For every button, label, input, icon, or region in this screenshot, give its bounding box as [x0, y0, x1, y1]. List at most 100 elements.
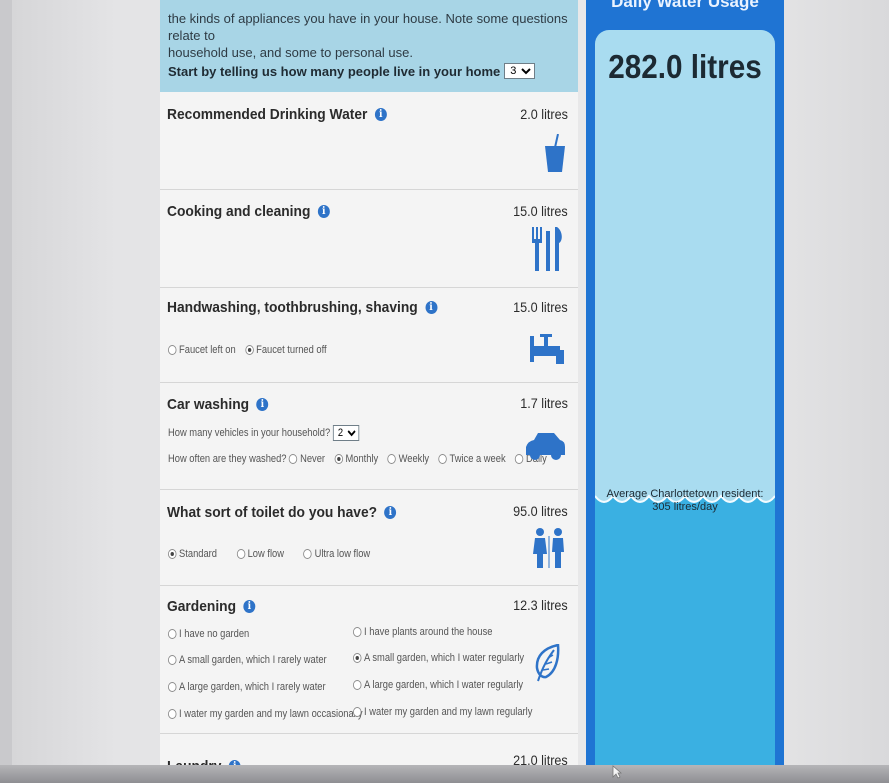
radio-lawn-regularly[interactable]: I water my garden and my lawn regularly: [353, 706, 532, 718]
daily-usage-value: 282.0 litres: [608, 48, 762, 85]
radio-button[interactable]: [168, 549, 177, 559]
radio-label: Ultra low flow: [314, 548, 371, 560]
radio-label: A large garden, which I water regularly: [364, 679, 524, 691]
radio-button[interactable]: [245, 345, 254, 355]
radio-faucet-left-on[interactable]: Faucet left on: [168, 344, 236, 356]
radio-button[interactable]: [168, 629, 177, 639]
section-title: Handwashing, toothbrushing, shaving i: [167, 299, 438, 316]
radio-button[interactable]: [353, 627, 362, 637]
radio-label: Low flow: [247, 548, 284, 560]
radio-never[interactable]: Never: [289, 453, 325, 465]
radio-button[interactable]: [168, 709, 177, 719]
radio-label: Twice a week: [449, 453, 506, 465]
radio-lawn-occasionally[interactable]: I water my garden and my lawn occasional…: [168, 708, 363, 720]
info-icon[interactable]: i: [384, 506, 397, 519]
bottom-shadow: [0, 765, 889, 783]
radio-button[interactable]: [438, 454, 447, 464]
radio-button[interactable]: [353, 707, 362, 717]
gardening-amount: 12.3 litres: [513, 597, 568, 613]
intro-panel: the kinds of appliances you have in your…: [160, 0, 578, 92]
faucet-icon: [530, 334, 564, 364]
leaf-icon: [535, 644, 560, 682]
radio-twice-a-week[interactable]: Twice a week: [438, 453, 506, 465]
radio-button[interactable]: [168, 682, 177, 692]
radio-button[interactable]: [334, 454, 343, 464]
section-toilet: What sort of toilet do you have? i 95.0 …: [160, 490, 578, 586]
radio-button[interactable]: [353, 653, 362, 663]
radio-no-garden[interactable]: I have no garden: [168, 628, 249, 640]
radio-label: I have plants around the house: [364, 626, 493, 638]
radio-button[interactable]: [387, 454, 397, 464]
radio-ultra-low-flow[interactable]: Ultra low flow: [303, 548, 371, 560]
radio-large-rarely[interactable]: A large garden, which I rarely water: [168, 681, 326, 693]
info-icon[interactable]: i: [317, 205, 330, 218]
toilet-amount: 95.0 litres: [513, 503, 568, 519]
radio-label: A small garden, which I rarely water: [179, 654, 327, 666]
section-title: Cooking and cleaning i: [167, 203, 330, 220]
radio-monthly[interactable]: Monthly: [334, 453, 378, 465]
intro-text-line2: household use, and some to personal use.: [168, 45, 414, 60]
section-cooking: Cooking and cleaning i 15.0 litres: [160, 190, 578, 288]
radio-large-regularly[interactable]: A large garden, which I water regularly: [353, 679, 523, 691]
section-title-text: Car washing: [167, 396, 250, 413]
radio-label: A small garden, which I water regularly: [364, 652, 525, 664]
radio-faucet-turned-off[interactable]: Faucet turned off: [245, 344, 327, 356]
people-row: Start by telling us how many people live…: [168, 63, 570, 79]
radio-standard[interactable]: Standard: [168, 548, 217, 560]
average-label-line1: Average Charlottetown resident:: [606, 488, 764, 500]
drinking-amount: 2.0 litres: [520, 106, 568, 122]
radio-label: Weekly: [398, 453, 430, 465]
section-title-text: What sort of toilet do you have?: [167, 504, 378, 521]
radio-button[interactable]: [514, 454, 524, 464]
average-label-line2: 305 litres/day: [652, 501, 718, 513]
radio-button[interactable]: [353, 680, 362, 690]
utensils-icon: [532, 227, 562, 271]
usage-meter: 282.0 litres: [595, 30, 775, 488]
faucet-options: Faucet left on Faucet turned off: [168, 344, 333, 356]
info-icon[interactable]: i: [243, 600, 256, 613]
radio-button[interactable]: [168, 655, 177, 665]
wash-frequency-row: How often are they washed? Never Monthly…: [168, 453, 554, 465]
section-handwashing: Handwashing, toothbrushing, shaving i 15…: [160, 288, 578, 383]
radio-weekly[interactable]: Weekly: [387, 453, 430, 465]
mouse-cursor-icon: [612, 765, 622, 779]
radio-low-flow[interactable]: Low flow: [236, 548, 284, 560]
car-icon: [526, 433, 565, 460]
info-icon[interactable]: i: [425, 301, 438, 314]
vehicles-count-select[interactable]: 2: [332, 425, 360, 441]
radio-button[interactable]: [289, 454, 298, 464]
average-resident-label: Average Charlottetown resident: 305 litr…: [586, 488, 784, 514]
radio-label: Monthly: [345, 453, 379, 465]
section-car-washing: Car washing i 1.7 litres How many vehicl…: [160, 383, 578, 490]
cooking-amount: 15.0 litres: [513, 203, 568, 219]
radio-label: I water my garden and my lawn occasional…: [179, 708, 363, 720]
info-icon[interactable]: i: [374, 108, 387, 121]
frequency-prompt: How often are they washed?: [168, 453, 287, 465]
radio-button[interactable]: [168, 345, 177, 355]
info-icon[interactable]: i: [256, 398, 269, 411]
radio-small-rarely[interactable]: A small garden, which I rarely water: [168, 654, 327, 666]
radio-label: Faucet turned off: [256, 344, 327, 356]
water-level-fill: [595, 488, 775, 783]
handwashing-amount: 15.0 litres: [513, 299, 568, 315]
restroom-icon: [533, 528, 564, 568]
radio-button[interactable]: [303, 549, 313, 559]
radio-plants-around-house[interactable]: I have plants around the house: [353, 626, 492, 638]
cup-icon: [545, 134, 565, 172]
radio-label: Never: [300, 453, 326, 465]
section-title: What sort of toilet do you have? i: [167, 504, 397, 521]
radio-small-regularly[interactable]: A small garden, which I water regularly: [353, 652, 524, 664]
people-count-select[interactable]: 3: [504, 63, 536, 79]
section-title-text: Handwashing, toothbrushing, shaving: [167, 299, 418, 316]
radio-button[interactable]: [236, 549, 246, 559]
car-amount: 1.7 litres: [520, 395, 568, 411]
sidebar-header: Daily Water Usage: [611, 0, 759, 11]
section-title-text: Recommended Drinking Water: [167, 106, 368, 123]
radio-label: Faucet left on: [179, 344, 236, 356]
section-title: Recommended Drinking Water i: [167, 106, 387, 123]
section-title: Gardening i: [167, 598, 256, 615]
section-title-text: Cooking and cleaning: [167, 203, 311, 220]
radio-label: A large garden, which I rarely water: [179, 681, 326, 693]
radio-label: I water my garden and my lawn regularly: [364, 706, 533, 718]
vehicles-row: How many vehicles in your household? 2: [168, 425, 360, 441]
